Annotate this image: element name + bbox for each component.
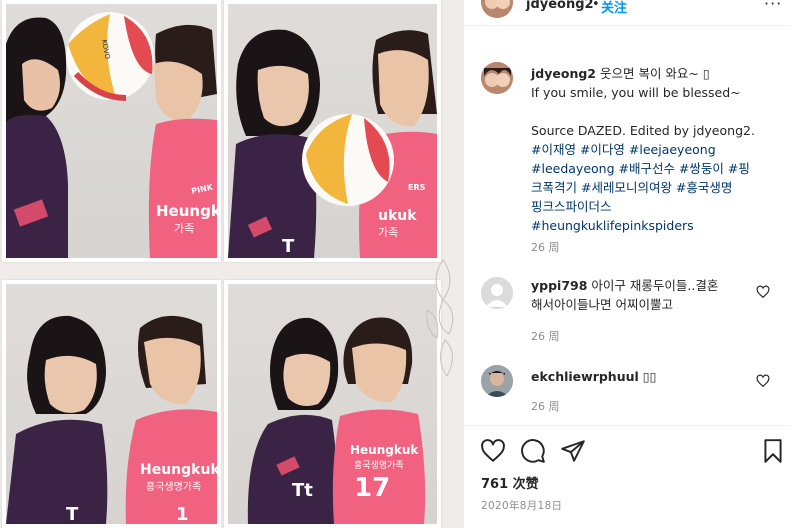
photo-tile-top-right: T ukuk 가족 ERS: [224, 0, 441, 262]
post-actions: 761 次赞 2020年8月18日: [464, 425, 791, 528]
avatar-image: [481, 0, 513, 18]
likes-count[interactable]: 761 次赞: [481, 473, 539, 492]
author-username[interactable]: jdyeong2: [526, 0, 594, 12]
photo-twins-laughing: Tt Heungkuk 흥국생명가족 17: [247, 317, 426, 524]
svg-text:Heungkuk: Heungkuk: [350, 443, 419, 457]
heart-icon[interactable]: [480, 438, 506, 464]
svg-text:흥국생명가족: 흥국생명가족: [354, 459, 404, 471]
caption-line-3: Source DAZED. Edited by jdyeong2.: [531, 123, 755, 138]
avatar-image: [481, 62, 513, 94]
photo-tile-bottom-right: Tt Heungkuk 흥국생명가족 17: [224, 280, 441, 528]
post-date[interactable]: 2020年8月18日: [481, 498, 562, 513]
flower-decoration: [426, 259, 454, 377]
photo-tile-bottom-left: T Heungkuk 흥국생명가족 1: [2, 280, 221, 528]
default-avatar-icon: [481, 277, 513, 309]
caption-time[interactable]: 26 周: [531, 239, 560, 255]
svg-text:Heungkuk: Heungkuk: [156, 202, 217, 220]
post-image[interactable]: Heungkuk 가족 PINK KOVO: [0, 0, 463, 528]
photo-twins-ball-heads: Heungkuk 가족 PINK KOVO: [6, 12, 217, 258]
comment-text: yppi798 아이구 재롱두이들..결혼 해서아이들나면 어찌이뿔고: [531, 276, 771, 314]
like-comment-heart-icon[interactable]: [756, 374, 770, 388]
more-options-button[interactable]: ···: [764, 0, 782, 13]
hashtag-line-3[interactable]: 크폭격기 #세레모니의여왕 #흥국생명: [531, 178, 771, 197]
photo-twins-smiling: T Heungkuk 흥국생명가족 1: [6, 315, 217, 524]
comment-body-line-2: 해서아이들나면 어찌이뿔고: [531, 297, 673, 312]
svg-text:가족: 가족: [174, 222, 194, 235]
author-avatar[interactable]: [481, 0, 513, 18]
svg-text:Tt: Tt: [292, 480, 313, 501]
follow-button[interactable]: 关注: [601, 0, 627, 16]
commenter-avatar-default[interactable]: [481, 277, 513, 309]
post-header: jdyeong2 • 关注 ···: [464, 0, 791, 26]
svg-text:17: 17: [354, 473, 390, 503]
comment-icon[interactable]: [520, 438, 546, 464]
comment-username[interactable]: yppi798: [531, 278, 587, 293]
comment-time[interactable]: 26 周: [531, 398, 560, 414]
caption-avatar[interactable]: [481, 62, 513, 94]
comment-body: ▯▯: [642, 369, 657, 384]
instagram-post: Heungkuk 가족 PINK KOVO: [0, 0, 791, 528]
svg-text:ERS: ERS: [408, 183, 426, 192]
photo-tile-top-left: Heungkuk 가족 PINK KOVO: [2, 0, 221, 262]
svg-text:T: T: [282, 236, 295, 257]
svg-text:흥국생명가족: 흥국생명가족: [146, 480, 201, 493]
caption-line-2: If you smile, you will be blessed~: [531, 85, 741, 100]
hashtag-line-5[interactable]: #heungkuklifepinkspiders: [531, 216, 771, 235]
caption-username[interactable]: jdyeong2: [531, 66, 596, 81]
svg-text:가족: 가족: [378, 226, 398, 239]
caption-text: jdyeong2 웃으면 복이 와요~ ▯ If you smile, you …: [531, 64, 771, 235]
share-icon[interactable]: [560, 438, 586, 464]
bookmark-icon[interactable]: [760, 438, 786, 464]
post-side-panel: jdyeong2 • 关注 ··· jdyeong2 웃으면 복이 와요~ ▯: [463, 0, 791, 528]
hashtag-line-1[interactable]: #이재영 #이다영 #leejaeyeong: [531, 140, 771, 159]
svg-text:Heungkuk: Heungkuk: [140, 462, 217, 478]
header-separator: •: [592, 0, 600, 12]
svg-text:1: 1: [176, 504, 189, 524]
comment-username[interactable]: ekchliewrphuul: [531, 369, 639, 384]
comment-body-line-1: 아이구 재롱두이들..결혼: [591, 278, 719, 293]
comment-text: ekchliewrphuul ▯▯: [531, 367, 771, 386]
svg-text:ukuk: ukuk: [378, 208, 417, 224]
commenter-avatar[interactable]: [481, 365, 513, 397]
like-comment-heart-icon[interactable]: [756, 285, 770, 299]
hashtag-line-2[interactable]: #leedayeong #배구선수 #쌍둥이 #핑: [531, 159, 771, 178]
photo-twins-ball-front: T ukuk 가족 ERS: [228, 29, 437, 258]
comment-time[interactable]: 26 周: [531, 328, 560, 344]
hashtag-line-4[interactable]: 핑크스파이더스: [531, 197, 771, 216]
avatar-image: [481, 365, 513, 397]
svg-text:T: T: [66, 504, 79, 524]
caption-line-1: 웃으면 복이 와요~ ▯: [599, 66, 710, 81]
